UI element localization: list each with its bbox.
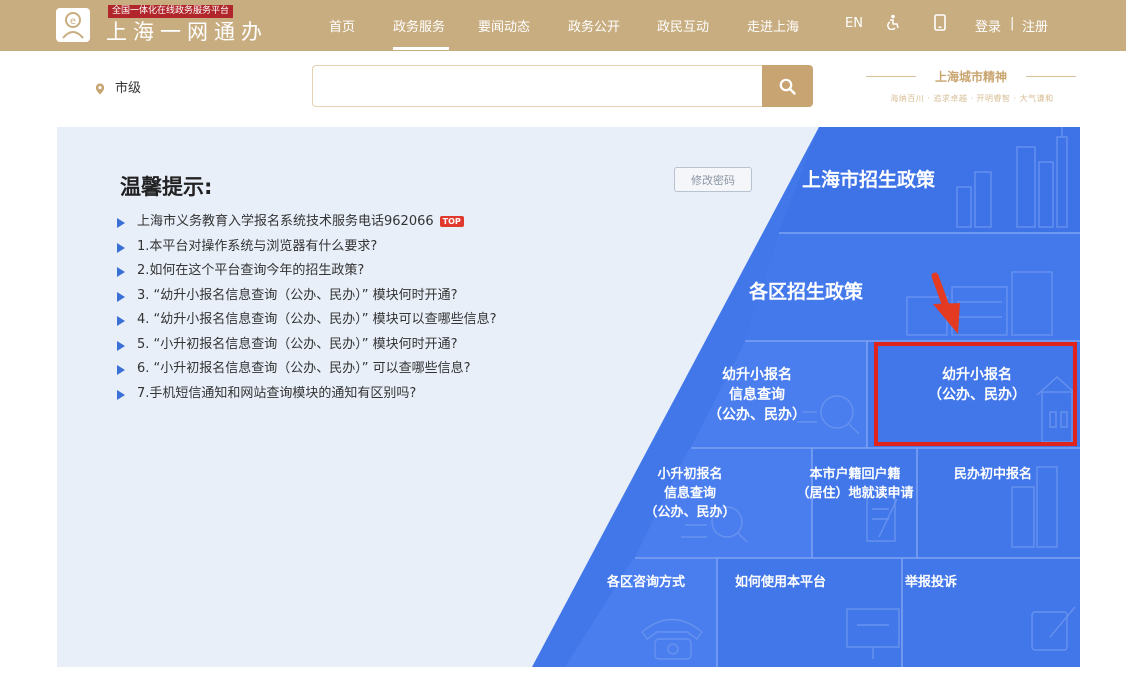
search-input[interactable] bbox=[312, 65, 762, 107]
tile-district-contact[interactable]: 各区咨询方式 bbox=[607, 573, 685, 592]
top-badge: TOP bbox=[439, 216, 464, 227]
tile-how-to-use[interactable]: 如何使用本平台 bbox=[735, 573, 826, 592]
logo-tagline: 全国一体化在线政务服务平台 bbox=[108, 5, 234, 18]
nav-gov-service[interactable]: 政务服务 bbox=[393, 16, 445, 35]
bullet-arrow-icon bbox=[117, 316, 125, 326]
tip-hotline[interactable]: 上海市义务教育入学报名系统技术服务电话962066 TOP bbox=[117, 210, 497, 235]
lang-switch[interactable]: EN bbox=[845, 16, 863, 31]
bullet-arrow-icon bbox=[117, 291, 125, 302]
bullet-arrow-icon bbox=[117, 267, 125, 277]
tips-list: 上海市义务教育入学报名系统技术服务电话962066 TOP 1.本平台对操作系统与… bbox=[117, 210, 497, 406]
accessibility-icon[interactable] bbox=[886, 14, 900, 34]
logo-name[interactable]: 上海一网通办 bbox=[106, 19, 268, 45]
tile-middle-query[interactable]: 小升初报名 信息查询 （公办、民办） bbox=[640, 465, 740, 522]
tile-shanghai-policy[interactable]: 上海市招生政策 bbox=[802, 165, 935, 192]
tile-hukou-apply[interactable]: 本市户籍回户籍 （居住）地就读申请 bbox=[780, 465, 930, 503]
tip-item[interactable]: 5. “小升初报名信息查询（公办、民办）” 模块何时开通? bbox=[117, 333, 497, 358]
search-icon bbox=[779, 78, 796, 95]
tip-item[interactable]: 6. “小升初报名信息查询（公办、民办）” 可以查哪些信息? bbox=[117, 357, 497, 382]
tips-title: 温馨提示: bbox=[120, 175, 213, 199]
location-pin-icon bbox=[95, 80, 105, 95]
tip-item[interactable]: 3. “幼升小报名信息查询（公办、民办）” 模块何时开通? bbox=[117, 284, 497, 309]
nav-interaction[interactable]: 政民互动 bbox=[657, 16, 709, 35]
tile-report[interactable]: 举报投诉 bbox=[905, 573, 957, 592]
tip-item[interactable]: 7.手机短信通知和网站查询模块的通知有区别吗? bbox=[117, 382, 497, 407]
nav-about-shanghai[interactable]: 走进上海 bbox=[747, 16, 799, 35]
tip-item[interactable]: 4. “幼升小报名信息查询（公办、民办）” 模块可以查哪些信息? bbox=[117, 308, 497, 333]
top-header: e 全国一体化在线政务服务平台 上海一网通办 首页 政务服务 要闻动态 政务公开… bbox=[0, 0, 1126, 51]
tile-primary-signup[interactable]: 幼升小报名 （公办、民办） bbox=[917, 365, 1037, 405]
bullet-arrow-icon bbox=[117, 340, 125, 351]
tile-primary-query[interactable]: 幼升小报名 信息查询 （公办、民办） bbox=[697, 365, 817, 425]
nav-home[interactable]: 首页 bbox=[329, 16, 355, 35]
bullet-arrow-icon bbox=[117, 365, 125, 375]
register-link[interactable]: 注册 bbox=[1022, 16, 1048, 35]
tip-item[interactable]: 2.如何在这个平台查询今年的招生政策? bbox=[117, 259, 497, 284]
bullet-arrow-icon bbox=[117, 389, 125, 400]
bullet-arrow-icon bbox=[117, 218, 125, 228]
tile-district-policy[interactable]: 各区招生政策 bbox=[749, 277, 863, 304]
login-separator: | bbox=[1010, 16, 1015, 31]
nav-active-indicator bbox=[393, 47, 449, 50]
nav-gov-open[interactable]: 政务公开 bbox=[568, 16, 620, 35]
city-spirit-slogan: 海纳百川 · 追求卓越 · 开明睿智 · 大气谦和 bbox=[890, 94, 1054, 103]
bullet-arrow-icon bbox=[117, 242, 125, 253]
enrollment-panel: 温馨提示: 修改密码 上海市义务教育入学报名系统技术服务电话962066 TOP … bbox=[57, 127, 1080, 667]
location-selector[interactable]: 市级 bbox=[115, 77, 141, 96]
nav-news[interactable]: 要闻动态 bbox=[478, 16, 530, 35]
spirit-divider-right bbox=[1026, 76, 1076, 77]
login-link[interactable]: 登录 bbox=[975, 16, 1001, 35]
mobile-icon[interactable] bbox=[934, 14, 946, 35]
search-button[interactable] bbox=[762, 65, 813, 107]
tile-private-middle[interactable]: 民办初中报名 bbox=[954, 465, 1032, 484]
svg-text:e: e bbox=[70, 16, 76, 27]
change-password-button[interactable]: 修改密码 bbox=[674, 167, 752, 192]
tip-item[interactable]: 1.本平台对操作系统与浏览器有什么要求? bbox=[117, 235, 497, 260]
logo-icon[interactable]: e bbox=[56, 8, 90, 42]
